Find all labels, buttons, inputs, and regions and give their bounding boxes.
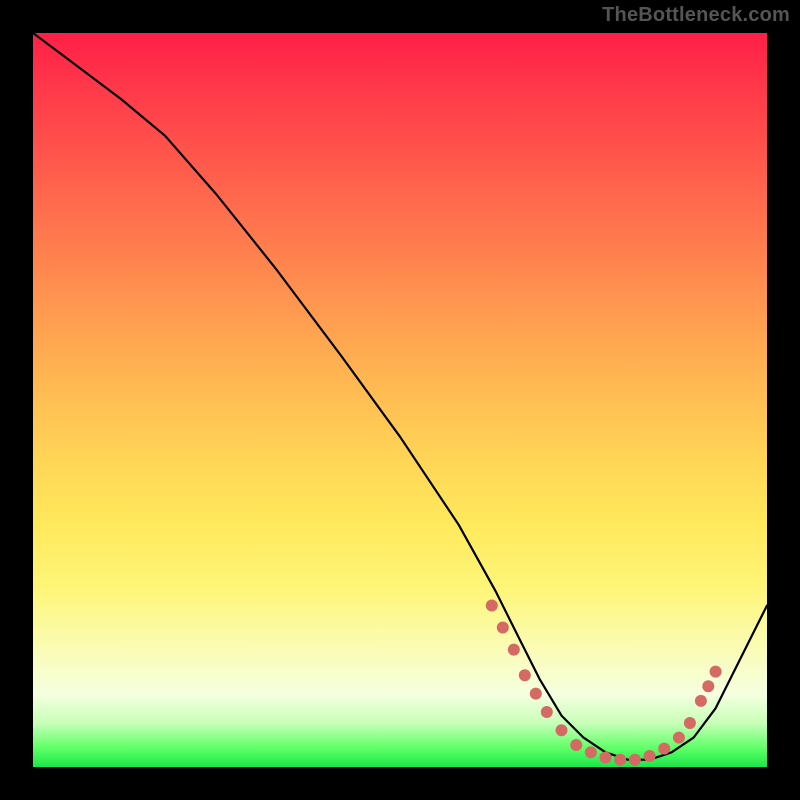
marker-dot — [486, 600, 498, 612]
marker-dot — [556, 724, 568, 736]
marker-dot — [497, 622, 509, 634]
marker-dot — [541, 706, 553, 718]
curve-svg — [33, 33, 767, 767]
marker-dot — [600, 752, 612, 764]
watermark-text: TheBottleneck.com — [602, 4, 790, 27]
marker-dot — [629, 754, 641, 766]
marker-dot — [614, 754, 626, 766]
curve-markers — [486, 600, 722, 766]
marker-dot — [570, 739, 582, 751]
marker-dot — [585, 746, 597, 758]
marker-dot — [508, 644, 520, 656]
marker-dot — [695, 695, 707, 707]
marker-dot — [530, 688, 542, 700]
bottleneck-curve — [33, 33, 767, 760]
marker-dot — [710, 666, 722, 678]
marker-dot — [684, 717, 696, 729]
marker-dot — [644, 750, 656, 762]
marker-dot — [519, 669, 531, 681]
marker-dot — [702, 680, 714, 692]
chart-frame: TheBottleneck.com — [0, 0, 800, 800]
plot-area — [33, 33, 767, 767]
marker-dot — [658, 743, 670, 755]
marker-dot — [673, 732, 685, 744]
